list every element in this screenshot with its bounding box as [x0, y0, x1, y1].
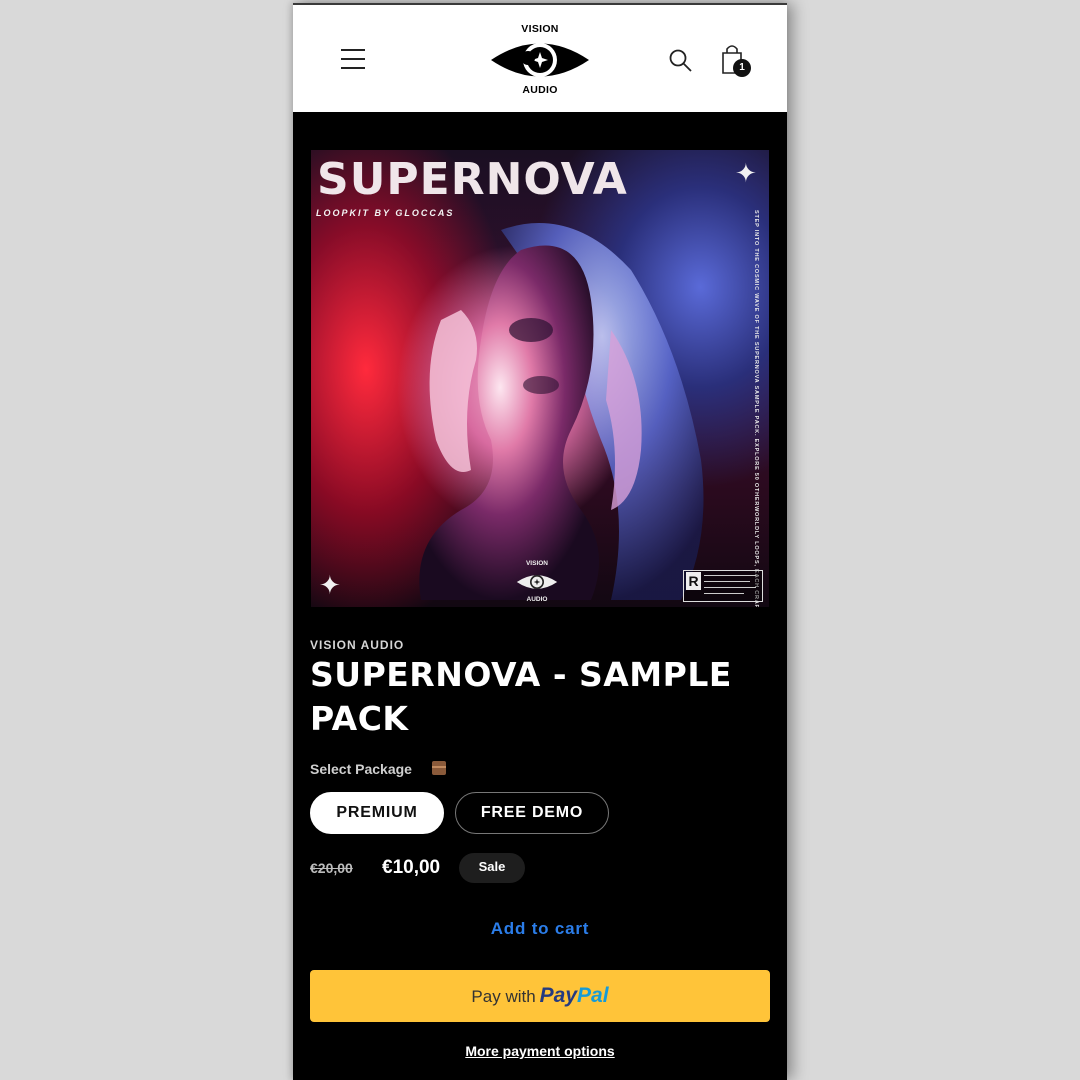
logo-text-top: VISION: [521, 23, 559, 35]
product-title: SUPERNOVA - SAMPLE PACK: [310, 655, 732, 738]
sale-price: €10,00: [382, 857, 441, 878]
paypal-with-text: Pay with: [471, 987, 536, 1006]
cover-subtitle: LOOPKIT BY GLOCCAS: [316, 208, 455, 218]
product-vendor: VISION AUDIO: [310, 638, 405, 652]
site-header: VISION AUDIO 1: [293, 5, 787, 112]
sparkle-icon: ✦: [319, 570, 341, 600]
cover-title: SUPERNOVA: [317, 154, 628, 205]
phone-screen: VISION AUDIO 1 SUPERNOVA LOOPKIT BY GLOC…: [293, 3, 787, 1080]
package-icon: [432, 761, 446, 775]
search-icon[interactable]: [668, 48, 694, 74]
eye-logo-icon: [516, 575, 558, 589]
cart-count-badge: 1: [733, 59, 751, 77]
eye-logo-icon: [491, 43, 589, 77]
cover-side-text: STEP INTO THE COSMIC WAVE OF THE SUPERNO…: [753, 210, 759, 607]
logo-text-bottom: AUDIO: [522, 84, 558, 96]
parental-rating-label: R: [683, 570, 763, 602]
add-to-cart-button[interactable]: Add to cart: [293, 919, 787, 939]
hamburger-menu-icon[interactable]: [341, 49, 365, 71]
paypal-logo: PayPal: [539, 984, 609, 1007]
package-option-free-demo[interactable]: FREE DEMO: [455, 792, 609, 834]
sale-badge: Sale: [459, 853, 525, 883]
more-payment-options-link[interactable]: More payment options: [293, 1043, 787, 1059]
package-option-premium[interactable]: PREMIUM: [310, 792, 444, 834]
paypal-button[interactable]: Pay with PayPal: [310, 970, 770, 1022]
cover-logo: VISION AUDIO: [507, 560, 567, 605]
chrome-figure-artwork: [419, 223, 704, 600]
sparkle-icon: ✦: [735, 158, 757, 188]
product-cover-image[interactable]: SUPERNOVA LOOPKIT BY GLOCCAS STEP INTO T…: [311, 150, 769, 607]
compare-at-price: €20,00: [310, 860, 353, 876]
select-package-label: Select Package: [310, 761, 412, 777]
site-logo[interactable]: VISION AUDIO: [488, 23, 592, 97]
